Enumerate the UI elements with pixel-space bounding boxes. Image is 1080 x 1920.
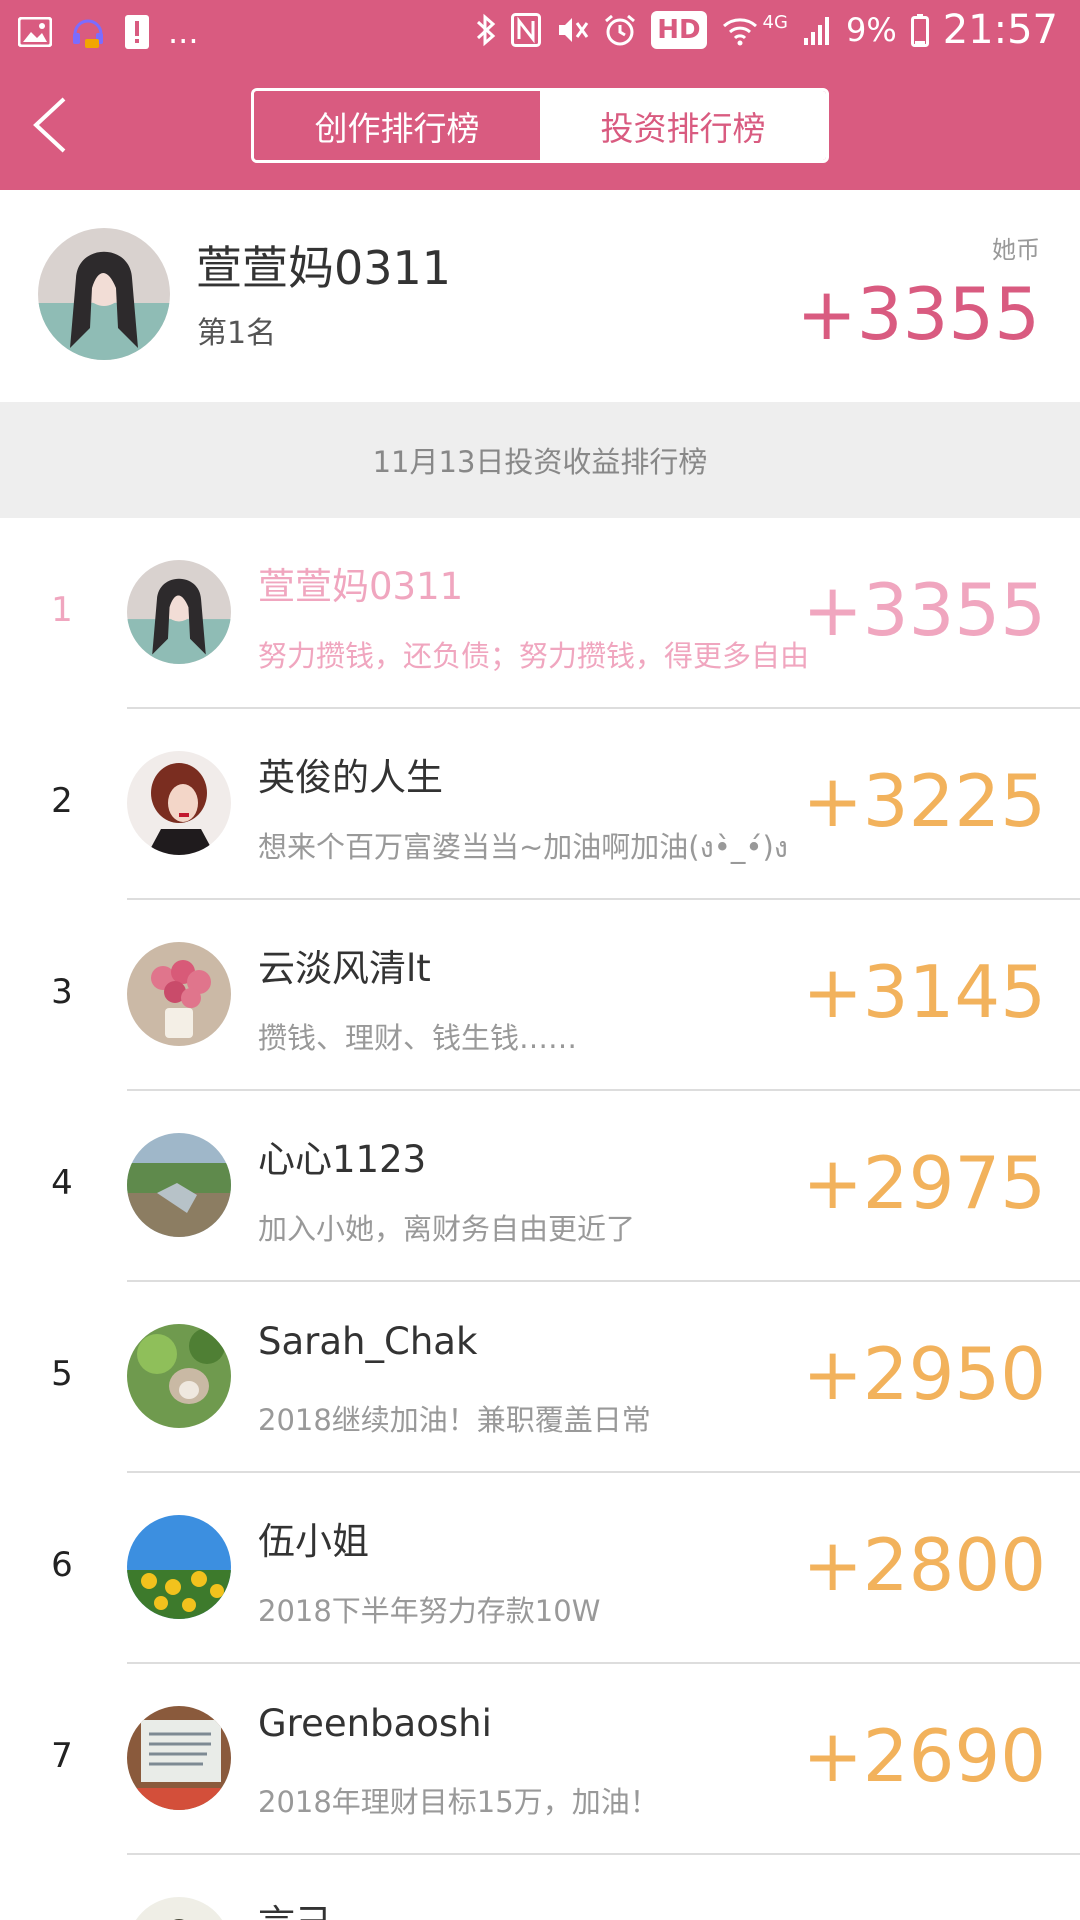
avatar[interactable] [127, 942, 231, 1046]
user-motto: 2018继续加油！兼职覆盖日常 [258, 1403, 651, 1437]
user-name: Greenbaoshi [258, 1702, 492, 1745]
battery-icon [910, 14, 929, 47]
user-name: 心心1123 [258, 1138, 427, 1181]
app-header: ... HD 4G 9% 21:57 创作排行榜 投资排行榜 [0, 0, 1080, 190]
clock: 21:57 [942, 7, 1058, 53]
avatar[interactable] [127, 1515, 231, 1619]
signal-icon [803, 17, 829, 45]
battery-percent: 9% [845, 11, 897, 49]
list-item[interactable]: 4 心心1123 加入小她，离财务自由更近了 +2975 [0, 1091, 1080, 1282]
bluetooth-icon [477, 13, 496, 47]
tab-creation-ranking[interactable]: 创作排行榜 [254, 91, 540, 160]
user-motto: 攒钱、理财、钱生钱…… [258, 1021, 578, 1055]
avatar[interactable] [127, 560, 231, 664]
section-title: 11月13日投资收益排行榜 [0, 402, 1080, 518]
user-name: Sarah_Chak [258, 1320, 478, 1363]
wifi-icon [722, 18, 757, 46]
ranking-tab-switcher: 创作排行榜 投资排行榜 [251, 88, 829, 163]
user-name: 伍小姐 [258, 1520, 369, 1563]
my-rank-position: 第1名 [197, 316, 277, 351]
avatar[interactable] [127, 1897, 231, 1920]
user-name: 云淡风清lt [258, 947, 431, 990]
user-score: +3225 [802, 759, 1046, 843]
rank-number: 4 [51, 1163, 73, 1203]
user-motto: 2018年理财目标15万，加油！ [258, 1785, 659, 1819]
user-motto: 加入小她，离财务自由更近了 [258, 1212, 636, 1246]
list-item[interactable]: 5 Sarah_Chak 2018继续加油！兼职覆盖日常 +2950 [0, 1282, 1080, 1473]
ranking-list: 1 萱萱妈0311 努力攒钱，还负债；努力攒钱，得更多自由 +3355 2 英俊… [0, 518, 1080, 1920]
user-motto: 想来个百万富婆当当~加油啊加油(ง•̀_•́)ง [258, 830, 788, 864]
avatar[interactable] [127, 751, 231, 855]
avatar[interactable] [127, 1706, 231, 1810]
list-item[interactable]: 1 萱萱妈0311 努力攒钱，还负债；努力攒钱，得更多自由 +3355 [0, 518, 1080, 709]
alert-icon [125, 15, 149, 49]
user-score: +2690 [802, 1714, 1046, 1798]
user-name: 萱萱妈0311 [258, 565, 464, 608]
tab-investment-ranking[interactable]: 投资排行榜 [540, 91, 826, 160]
list-item[interactable]: 6 伍小姐 2018下半年努力存款10W +2800 [0, 1473, 1080, 1664]
headset-icon [73, 19, 103, 48]
user-motto: 努力攒钱，还负债；努力攒钱，得更多自由 [258, 639, 810, 673]
my-rank-card: 萱萱妈0311 第1名 她币 +3355 [0, 190, 1080, 402]
list-item[interactable]: 7 Greenbaoshi 2018年理财目标15万，加油！ +2690 [0, 1664, 1080, 1855]
more-icon: ... [168, 13, 199, 51]
rank-number: 3 [51, 972, 73, 1012]
network-type-label: 4G [762, 11, 788, 33]
user-name: 英俊的人生 [258, 756, 443, 799]
mute-icon [559, 18, 589, 42]
rank-number: 7 [51, 1736, 73, 1776]
currency-unit-label: 她币 [992, 236, 1040, 264]
hd-icon: HD [651, 11, 707, 49]
rank-number: 5 [51, 1354, 73, 1394]
alarm-icon [605, 14, 636, 46]
rank-number: 6 [51, 1545, 73, 1585]
status-bar: ... HD 4G 9% 21:57 [0, 0, 1080, 64]
user-score: +3355 [802, 568, 1046, 652]
user-score: +2975 [802, 1141, 1046, 1225]
my-name: 萱萱妈0311 [196, 241, 452, 295]
image-icon [18, 17, 52, 47]
rank-number: 1 [51, 590, 73, 630]
user-score: +2950 [802, 1332, 1046, 1416]
user-name: 言己 [258, 1893, 332, 1920]
nfc-icon [511, 13, 542, 47]
avatar[interactable] [38, 228, 170, 360]
back-arrow-icon[interactable] [30, 95, 70, 155]
rank-number: 2 [51, 781, 73, 821]
list-item[interactable]: 言己 [0, 1855, 1080, 1920]
user-score: +2800 [802, 1523, 1046, 1607]
my-score: +3355 [796, 272, 1040, 356]
avatar[interactable] [127, 1133, 231, 1237]
user-motto: 2018下半年努力存款10W [258, 1594, 601, 1628]
avatar[interactable] [127, 1324, 231, 1428]
user-score: +3145 [802, 950, 1046, 1034]
list-item[interactable]: 3 云淡风清lt 攒钱、理财、钱生钱…… +3145 [0, 900, 1080, 1091]
list-item[interactable]: 2 英俊的人生 想来个百万富婆当当~加油啊加油(ง•̀_•́)ง +3225 [0, 709, 1080, 900]
